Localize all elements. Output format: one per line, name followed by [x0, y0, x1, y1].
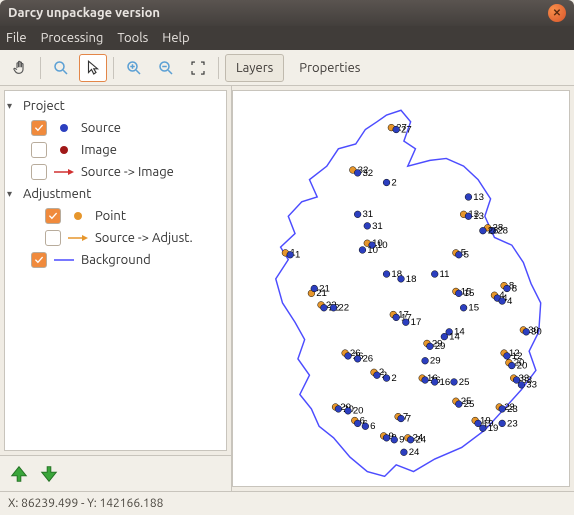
- svg-text:4: 4: [507, 296, 513, 307]
- svg-text:24: 24: [409, 447, 420, 458]
- svg-text:24: 24: [415, 435, 426, 446]
- menu-tools[interactable]: Tools: [117, 31, 148, 45]
- coord-readout: X: 86239.499 - Y: 142166.188: [8, 497, 163, 510]
- layer-source[interactable]: Source: [7, 117, 224, 139]
- svg-text:19: 19: [488, 423, 499, 434]
- svg-text:18: 18: [406, 274, 417, 285]
- svg-text:7: 7: [406, 413, 411, 424]
- checkbox-source[interactable]: [31, 120, 47, 136]
- svg-text:13: 13: [473, 192, 484, 203]
- checkbox-source-image[interactable]: [31, 164, 47, 180]
- svg-text:26: 26: [362, 354, 373, 365]
- svg-text:13: 13: [473, 211, 484, 222]
- svg-text:15: 15: [468, 303, 479, 314]
- svg-text:10: 10: [367, 245, 378, 256]
- svg-text:27: 27: [401, 124, 412, 135]
- checkbox-background[interactable]: [31, 252, 47, 268]
- properties-tab[interactable]: Properties: [288, 54, 371, 82]
- menu-file[interactable]: File: [6, 31, 27, 45]
- svg-text:33: 33: [526, 380, 537, 391]
- svg-text:29: 29: [430, 356, 441, 367]
- svg-text:14: 14: [449, 332, 460, 343]
- svg-text:17: 17: [411, 317, 422, 328]
- zoom-tool[interactable]: [47, 54, 75, 82]
- svg-text:32: 32: [362, 168, 373, 179]
- svg-text:10: 10: [377, 240, 388, 251]
- svg-text:25: 25: [464, 399, 475, 410]
- zoom-out-tool[interactable]: [152, 54, 180, 82]
- svg-text:8: 8: [512, 283, 517, 294]
- menu-processing[interactable]: Processing: [41, 31, 104, 45]
- svg-text:6: 6: [370, 421, 375, 432]
- layer-order-controls: [0, 455, 231, 491]
- svg-text:15: 15: [464, 288, 475, 299]
- svg-text:30: 30: [531, 327, 542, 338]
- svg-text:25: 25: [459, 377, 470, 388]
- move-down-button[interactable]: [38, 463, 60, 485]
- svg-text:23: 23: [507, 418, 518, 429]
- layer-point[interactable]: Point: [7, 205, 224, 227]
- tree-group-project[interactable]: ▾Project: [7, 95, 224, 117]
- checkbox-point[interactable]: [45, 208, 61, 224]
- checkbox-image[interactable]: [31, 142, 47, 158]
- layer-tree[interactable]: ▾Project Source Image Source -> Image ▾A…: [4, 90, 227, 451]
- svg-text:23: 23: [507, 404, 518, 415]
- svg-text:16: 16: [440, 377, 451, 388]
- svg-text:22: 22: [338, 303, 349, 314]
- zoom-in-tool[interactable]: [120, 54, 148, 82]
- layers-tab[interactable]: Layers: [225, 54, 284, 82]
- layer-image[interactable]: Image: [7, 139, 224, 161]
- pointer-tool[interactable]: [79, 54, 107, 82]
- close-button[interactable]: ✕: [548, 4, 566, 22]
- pan-tool[interactable]: [6, 54, 34, 82]
- svg-text:20: 20: [517, 360, 528, 371]
- status-bar: X: 86239.499 - Y: 142166.188: [0, 491, 574, 515]
- svg-text:31: 31: [372, 221, 383, 232]
- svg-text:31: 31: [362, 209, 373, 220]
- toolbar: Layers Properties: [0, 50, 574, 86]
- svg-text:5: 5: [464, 250, 469, 261]
- layer-background[interactable]: Background: [7, 249, 224, 271]
- svg-text:11: 11: [440, 269, 450, 280]
- svg-text:1: 1: [295, 250, 300, 261]
- layer-source-image[interactable]: Source -> Image: [7, 161, 224, 183]
- move-up-button[interactable]: [8, 463, 30, 485]
- menu-help[interactable]: Help: [162, 31, 189, 45]
- fit-extent-tool[interactable]: [184, 54, 212, 82]
- checkbox-source-adjust[interactable]: [45, 230, 61, 246]
- svg-text:9: 9: [399, 435, 404, 446]
- svg-text:2: 2: [391, 177, 396, 188]
- map-canvas[interactable]: 2732132811058211542217302926122021633252…: [232, 90, 570, 487]
- svg-text:29: 29: [435, 341, 446, 352]
- sidebar: ▾Project Source Image Source -> Image ▾A…: [0, 86, 232, 491]
- svg-text:21: 21: [319, 283, 330, 294]
- svg-text:20: 20: [353, 406, 364, 417]
- menu-bar: File Processing Tools Help: [0, 26, 574, 50]
- layer-source-adjust[interactable]: Source -> Adjust.: [7, 227, 224, 249]
- svg-text:28: 28: [488, 226, 499, 237]
- tree-group-adjustment[interactable]: ▾Adjustment: [7, 183, 224, 205]
- svg-text:28: 28: [497, 226, 508, 237]
- title-bar: Darcy unpackage version ✕: [0, 0, 574, 26]
- svg-text:2: 2: [391, 373, 396, 384]
- window-title: Darcy unpackage version: [8, 6, 160, 20]
